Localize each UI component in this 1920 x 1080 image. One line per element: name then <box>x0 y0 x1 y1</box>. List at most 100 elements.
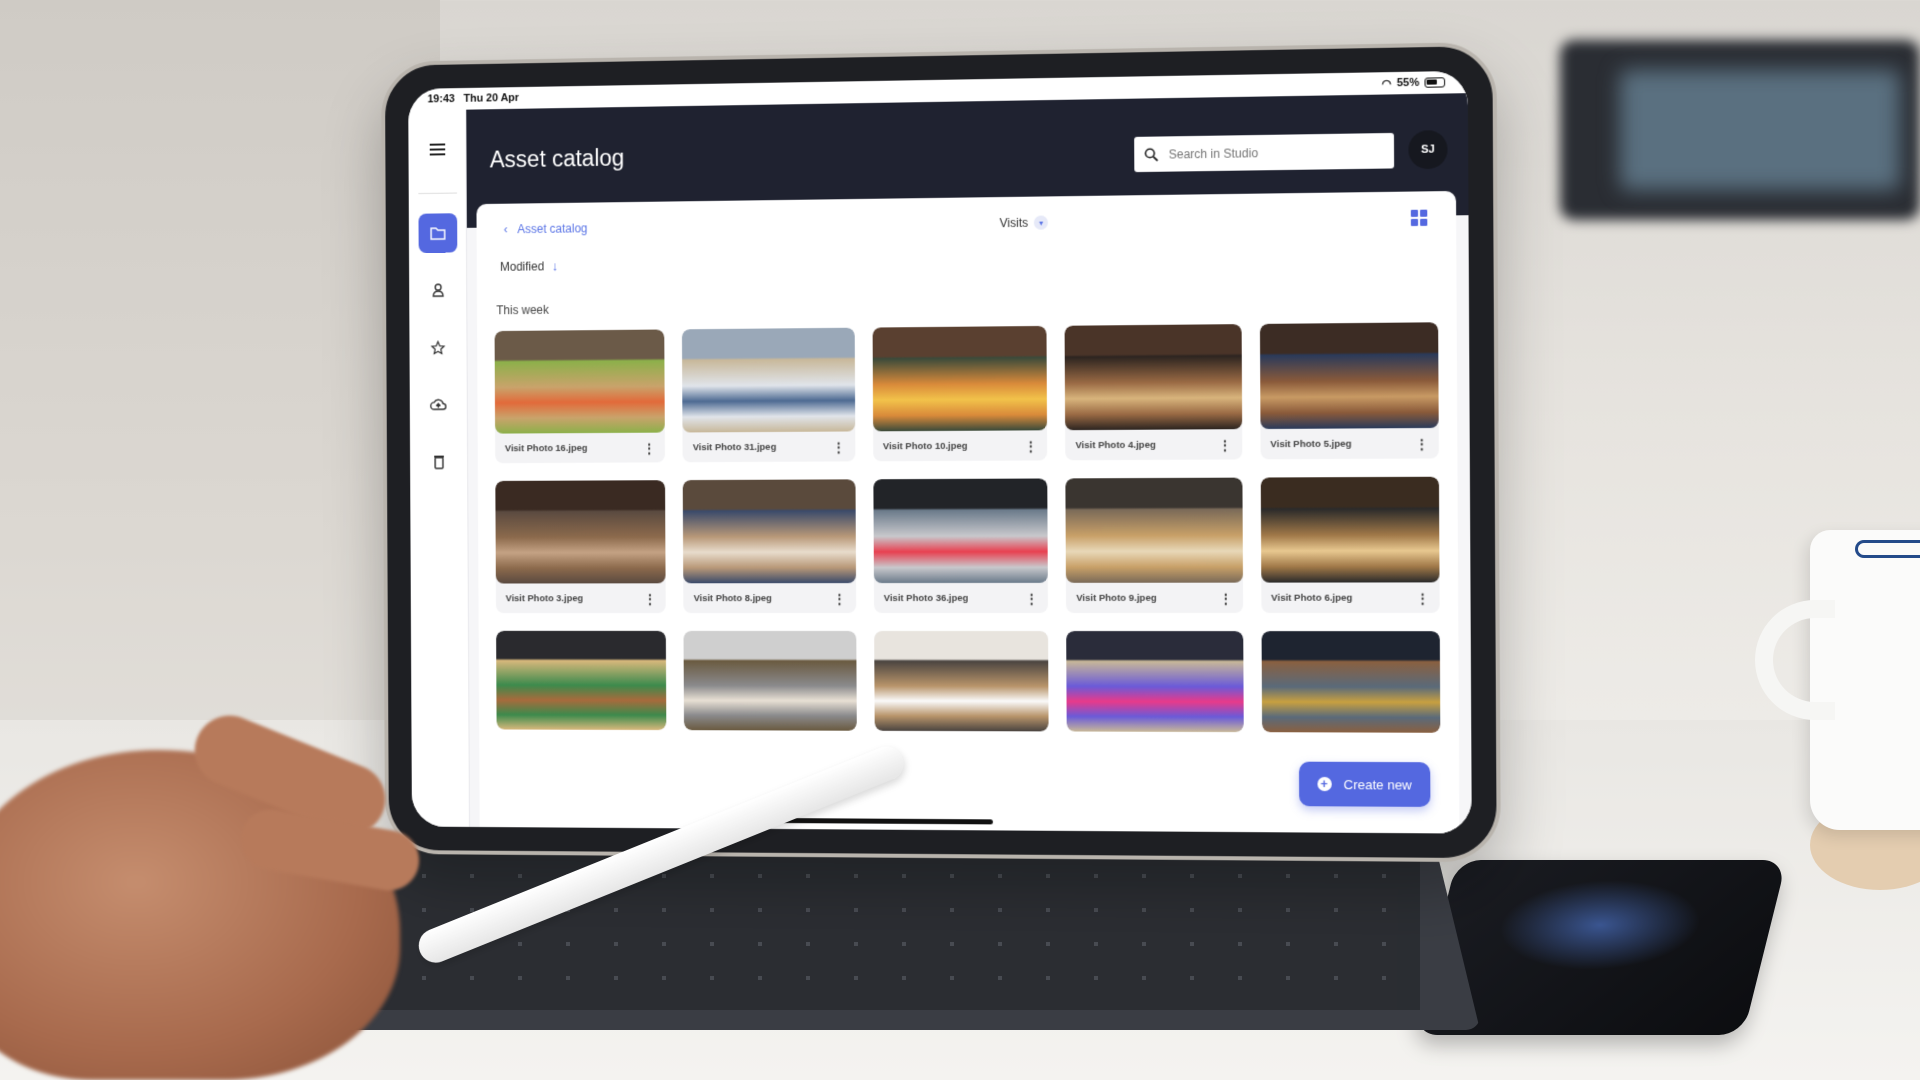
search-icon <box>1144 147 1158 161</box>
more-options-icon[interactable]: ⋮ <box>1024 438 1037 453</box>
search-input[interactable] <box>1168 144 1363 162</box>
status-time: 19:43 <box>427 93 455 106</box>
status-right: ◠ 55% <box>1381 76 1446 91</box>
photo-thumbnail[interactable] <box>873 630 1049 732</box>
sidebar-item-favorites[interactable] <box>419 327 458 367</box>
search-box[interactable] <box>1134 132 1395 173</box>
photo-filename: Visit Photo 5.jpeg <box>1270 438 1352 450</box>
cloud-upload-icon <box>430 397 447 411</box>
photo-thumbnail[interactable] <box>1064 324 1242 431</box>
photo-thumbnail[interactable] <box>683 630 857 731</box>
photo-card[interactable] <box>1261 631 1441 733</box>
battery-percent: 55% <box>1396 76 1420 90</box>
chevron-down-icon: ▾ <box>1034 215 1049 230</box>
photo-filename: Visit Photo 4.jpeg <box>1075 439 1156 451</box>
photo-thumbnail[interactable] <box>683 479 856 584</box>
more-options-icon[interactable]: ⋮ <box>833 591 846 606</box>
photo-thumbnail[interactable] <box>1261 631 1441 733</box>
more-options-icon[interactable]: ⋮ <box>643 440 656 455</box>
background-monitor-screen <box>1620 70 1900 190</box>
photo-card[interactable]: Visit Photo 8.jpeg ⋮ <box>683 479 856 614</box>
panel-toolbar: ‹ Asset catalog Visits ▾ <box>494 205 1438 241</box>
photo-card[interactable]: Visit Photo 3.jpeg ⋮ <box>495 480 667 614</box>
photo-card[interactable]: Visit Photo 4.jpeg ⋮ <box>1064 324 1242 461</box>
hamburger-menu-button[interactable] <box>418 130 457 170</box>
more-options-icon[interactable]: ⋮ <box>832 439 845 454</box>
photo-filename: Visit Photo 8.jpeg <box>693 592 772 604</box>
photo-card[interactable] <box>1066 631 1244 733</box>
photo-thumbnail[interactable] <box>495 480 666 584</box>
photo-card[interactable]: Visit Photo 16.jpeg ⋮ <box>494 329 666 464</box>
tablet-screen: 19:43 Thu 20 Apr ◠ 55% Asset catalog Sea… <box>408 70 1472 834</box>
photo-thumbnail[interactable] <box>496 630 667 731</box>
grid-view-toggle[interactable] <box>1410 209 1428 227</box>
sidebar-divider <box>417 192 457 195</box>
sidebar-item-users[interactable] <box>418 270 457 310</box>
status-date: Thu 20 Apr <box>463 92 519 105</box>
photo-card[interactable]: Visit Photo 9.jpeg ⋮ <box>1065 477 1243 613</box>
grid-cell <box>1420 209 1428 217</box>
photo-thumbnail[interactable] <box>1066 631 1244 733</box>
photo-card[interactable]: Visit Photo 6.jpeg ⋮ <box>1260 476 1440 613</box>
plus-icon: + <box>1316 776 1332 792</box>
photo-thumbnail[interactable] <box>872 325 1048 432</box>
grid-cell <box>1420 218 1428 226</box>
sidebar-item-assets[interactable] <box>417 213 457 254</box>
trash-icon <box>433 454 445 469</box>
photo-card[interactable]: Visit Photo 5.jpeg ⋮ <box>1259 322 1439 460</box>
main-area: Asset catalog SJ ‹ Asset catalog <box>466 93 1472 834</box>
photo-card-footer: Visit Photo 3.jpeg ⋮ <box>496 583 666 613</box>
photo-card[interactable]: Visit Photo 31.jpeg ⋮ <box>682 327 856 463</box>
photo-card-footer: Visit Photo 4.jpeg ⋮ <box>1065 429 1242 460</box>
more-options-icon[interactable]: ⋮ <box>1415 436 1428 451</box>
photo-filename: Visit Photo 6.jpeg <box>1271 592 1353 604</box>
photo-card-footer: Visit Photo 9.jpeg ⋮ <box>1066 583 1243 613</box>
photo-card[interactable]: Visit Photo 36.jpeg ⋮ <box>873 478 1049 614</box>
grid-cell <box>1410 209 1419 217</box>
create-new-label: Create new <box>1343 776 1412 793</box>
photo-filename: Visit Photo 10.jpeg <box>882 440 968 452</box>
photo-thumbnail[interactable] <box>682 327 856 433</box>
hamburger-icon <box>429 143 445 156</box>
breadcrumb-back[interactable]: ‹ Asset catalog <box>494 221 588 236</box>
status-left: 19:43 Thu 20 Apr <box>428 92 519 105</box>
photo-card[interactable] <box>496 630 667 731</box>
photo-card[interactable] <box>683 630 857 731</box>
mug-rim <box>1855 540 1920 558</box>
grid-cell <box>1410 218 1419 227</box>
photo-thumbnail[interactable] <box>873 478 1049 584</box>
photo-thumbnail[interactable] <box>1065 477 1243 583</box>
phone-reflection <box>1488 880 1712 970</box>
sort-control[interactable]: Modified ↓ <box>494 248 1438 274</box>
mug-handle <box>1755 600 1835 720</box>
photo-card-footer: Visit Photo 5.jpeg ⋮ <box>1260 428 1439 459</box>
more-options-icon[interactable]: ⋮ <box>643 591 656 606</box>
folder-icon <box>430 226 446 240</box>
photo-thumbnail[interactable] <box>494 329 666 434</box>
page-title: Asset catalog <box>489 144 625 173</box>
battery-icon <box>1424 77 1446 88</box>
visits-dropdown[interactable]: Visits ▾ <box>1000 215 1049 230</box>
wifi-icon: ◠ <box>1381 77 1392 91</box>
photo-card-footer: Visit Photo 31.jpeg ⋮ <box>683 431 855 462</box>
sidebar-item-upload[interactable] <box>419 385 458 425</box>
create-new-button[interactable]: + Create new <box>1298 761 1431 807</box>
photo-card[interactable] <box>873 630 1049 732</box>
more-options-icon[interactable]: ⋮ <box>1218 437 1231 452</box>
section-heading: This week <box>496 302 549 318</box>
photo-card[interactable]: Visit Photo 10.jpeg ⋮ <box>872 325 1048 462</box>
photo-card-footer: Visit Photo 16.jpeg ⋮ <box>495 433 665 464</box>
photo-card-footer: Visit Photo 10.jpeg ⋮ <box>873 430 1047 461</box>
photo-filename: Visit Photo 36.jpeg <box>883 592 969 604</box>
sidebar <box>408 109 470 827</box>
photo-thumbnail[interactable] <box>1260 476 1440 583</box>
photo-filename: Visit Photo 3.jpeg <box>505 592 584 604</box>
more-options-icon[interactable]: ⋮ <box>1025 590 1038 605</box>
sidebar-item-trash[interactable] <box>419 442 458 482</box>
more-options-icon[interactable]: ⋮ <box>1219 590 1232 605</box>
photo-thumbnail[interactable] <box>1259 322 1439 430</box>
more-options-icon[interactable]: ⋮ <box>1416 590 1429 605</box>
user-avatar[interactable]: SJ <box>1408 130 1448 170</box>
person-icon <box>431 283 445 297</box>
breadcrumb-label: Asset catalog <box>517 221 588 237</box>
